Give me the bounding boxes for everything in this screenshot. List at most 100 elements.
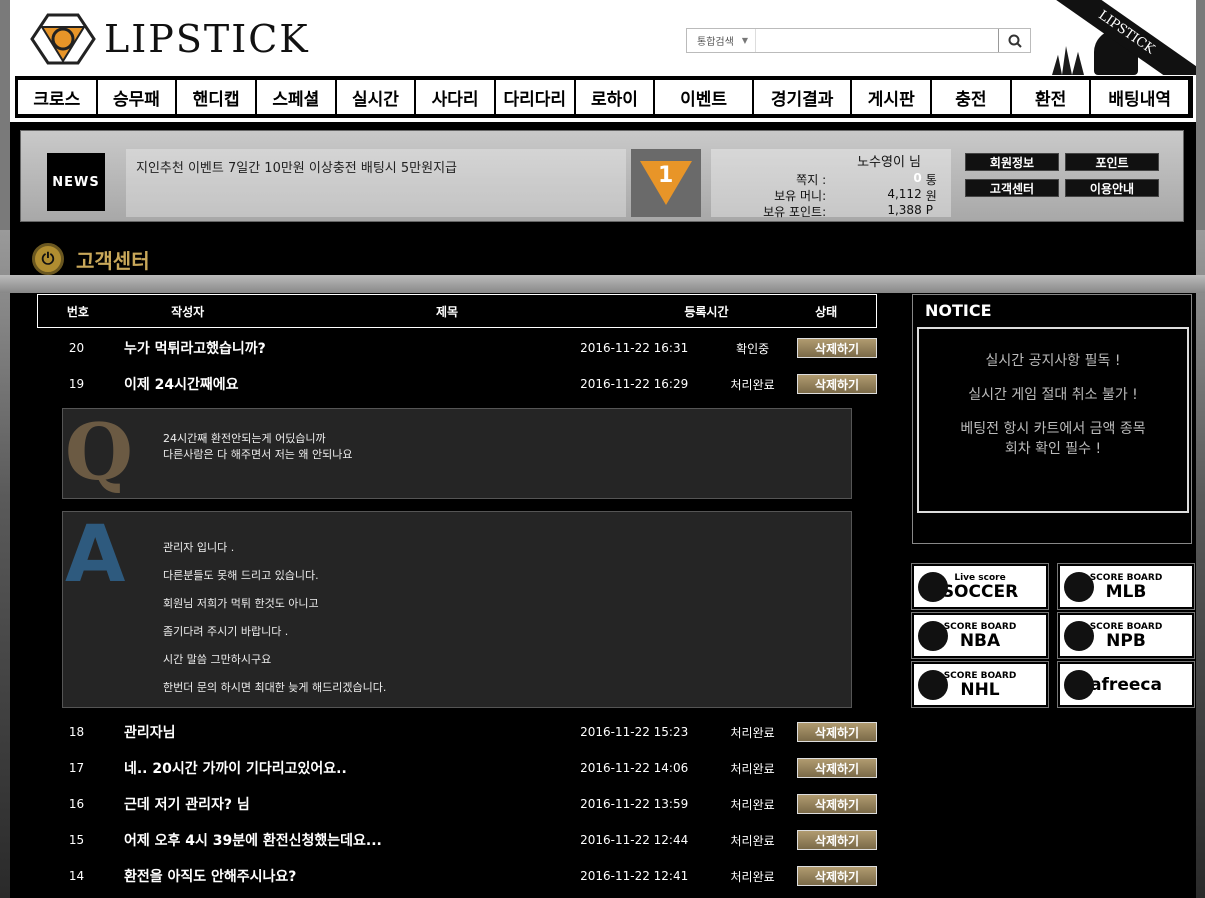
delete-button[interactable]: 삭제하기 xyxy=(797,794,877,814)
row-number: 20 xyxy=(68,341,85,355)
scoreboard-title: NBA xyxy=(959,630,1001,651)
user-row-points: 보유 포인트: 1,388 P xyxy=(763,203,933,219)
nav-item[interactable]: 배팅내역 xyxy=(1091,80,1188,114)
guide-button[interactable]: 이용안내 xyxy=(1065,179,1159,197)
scoreboard-title: SOCCER xyxy=(941,581,1019,602)
search-icon xyxy=(1008,34,1022,48)
content-area: ⏻ 고객센터 번호 작성자 제목 등록시간 상태 20 누가 먹튀라고했습니까? 2… xyxy=(0,230,1205,898)
table-row[interactable]: 15 어제 오후 4시 39분에 환전신청했는데요... 2016-11-22 12… xyxy=(37,822,877,858)
member-info-button[interactable]: 회원정보 xyxy=(965,153,1059,171)
row-title[interactable]: 네.. 20시간 가까이 기다리고있어요.. xyxy=(116,758,560,778)
trees-icon xyxy=(1052,46,1084,75)
user-info: 노수영이 님 쪽지 : 0 통 보유 머니: 4,112 원 보유 포인트: 1… xyxy=(711,149,951,219)
table-row[interactable]: 14 환전을 아직도 안해주시나요? 2016-11-22 12:41 처리완료 삭제하… xyxy=(37,858,877,894)
row-title[interactable]: 근데 저기 관리자? 님 xyxy=(116,794,560,814)
notice-body: 실시간 공지사항 필독 ! 실시간 게임 절대 취소 불가 ! 베팅전 항시 카… xyxy=(917,327,1189,513)
user-name: 노수영이 님 xyxy=(857,155,921,170)
scoreboard-link-mlb[interactable]: SCORE BOARD MLB xyxy=(1057,563,1195,610)
search-button[interactable] xyxy=(998,29,1030,52)
row-actions: 삭제하기 xyxy=(797,722,877,742)
header-status: 상태 xyxy=(815,304,838,319)
nav-item[interactable]: 실시간 xyxy=(336,80,415,114)
customer-center-button[interactable]: 고객센터 xyxy=(965,179,1059,197)
row-date: 2016-11-22 12:41 xyxy=(580,869,689,883)
nav-item[interactable]: 이벤트 xyxy=(655,80,752,114)
news-bar: NEWS 지인추천 이벤트 7일간 10만원 이상충전 배팅시 5만원지급 1 … xyxy=(10,122,1196,230)
table-row[interactable]: 16 근데 저기 관리자? 님 2016-11-22 13:59 처리완료 삭제하기 xyxy=(37,786,877,822)
user-row-messages[interactable]: 쪽지 : 0 통 xyxy=(721,171,941,188)
news-label: NEWS xyxy=(47,153,105,211)
row-title[interactable]: 어제 오후 4시 39분에 환전신청했는데요... xyxy=(116,830,560,850)
npb-logo-icon xyxy=(1064,621,1094,651)
search-scope-select[interactable]: 통합검색 ▼ xyxy=(687,33,753,48)
scoreboard-link-nba[interactable]: SCORE BOARD NBA xyxy=(911,612,1049,659)
nav-item[interactable]: 환전 xyxy=(1011,80,1090,114)
chevron-down-icon: ▼ xyxy=(741,36,748,45)
search-input[interactable] xyxy=(755,29,998,52)
scoreboard-link-nhl[interactable]: SCORE BOARD NHL xyxy=(911,661,1049,708)
row-title[interactable]: 누가 먹튀라고했습니까? xyxy=(116,338,560,358)
row-date: 2016-11-22 16:29 xyxy=(580,377,689,391)
search-bar: 통합검색 ▼ xyxy=(686,28,1031,53)
table-row[interactable]: 18 관리자님 2016-11-22 15:23 처리완료 삭제하기 xyxy=(37,714,877,750)
news-ticker[interactable]: 지인추천 이벤트 7일간 10만원 이상충전 배팅시 5만원지급 xyxy=(126,149,626,217)
site-logo[interactable]: LIPSTICK xyxy=(28,10,328,68)
question-text: 24시간째 환전안되는게 어딨습니까 다른사람은 다 해주면서 저는 왜 안되나… xyxy=(163,432,353,461)
row-status: 처리완료 xyxy=(730,377,775,392)
delete-button[interactable]: 삭제하기 xyxy=(797,830,877,850)
notice-panel: NOTICE 실시간 공지사항 필독 ! 실시간 게임 절대 취소 불가 ! 베… xyxy=(912,294,1192,544)
row-date: 2016-11-22 16:31 xyxy=(580,341,689,355)
scoreboard-link-afreeca[interactable]: afreeca xyxy=(1057,661,1195,708)
header-no: 번호 xyxy=(66,304,89,319)
table-header: 번호 작성자 제목 등록시간 상태 xyxy=(37,294,877,328)
row-status: 확인중 xyxy=(736,341,770,356)
nav-item[interactable]: 게시판 xyxy=(852,80,931,114)
nav-item[interactable]: 다리다리 xyxy=(495,80,574,114)
row-title[interactable]: 환전을 아직도 안해주시나요? xyxy=(116,866,560,886)
answer-letter: A xyxy=(65,510,126,600)
scoreboard-link-npb[interactable]: SCORE BOARD NPB xyxy=(1057,612,1195,659)
table-row[interactable]: 17 네.. 20시간 가까이 기다리고있어요.. 2016-11-22 14:06… xyxy=(37,750,877,786)
delete-button[interactable]: 삭제하기 xyxy=(797,866,877,886)
soccer-ball-icon xyxy=(918,572,948,602)
corner-banner: LIPSTICK xyxy=(1044,0,1196,75)
header-subject: 제목 xyxy=(435,304,459,319)
row-title[interactable]: 이제 24시간째에요 xyxy=(116,374,560,394)
scoreboard-title: MLB xyxy=(1105,581,1147,602)
row-number: 19 xyxy=(68,377,85,391)
row-date: 2016-11-22 12:44 xyxy=(580,833,689,847)
rank-triangle-icon: 1 xyxy=(640,161,692,205)
power-icon: ⏻ xyxy=(32,243,64,275)
points-button[interactable]: 포인트 xyxy=(1065,153,1159,171)
logo-text: LIPSTICK xyxy=(104,17,310,61)
mlb-logo-icon xyxy=(1064,572,1094,602)
question-letter: Q xyxy=(65,407,133,498)
nav-item[interactable]: 로하이 xyxy=(575,80,654,114)
row-actions: 삭제하기 xyxy=(797,338,877,358)
page: LIPSTICK 통합검색 ▼ LIPSTICK 크로스 승무패 핸디캡 스페셜 실시간… xyxy=(0,0,1205,898)
nav-item[interactable]: 경기결과 xyxy=(753,80,851,114)
scoreboard-title: NHL xyxy=(960,679,1000,700)
row-actions: 삭제하기 xyxy=(797,794,877,814)
delete-button[interactable]: 삭제하기 xyxy=(797,338,877,358)
header-date: 등록시간 xyxy=(684,304,729,319)
delete-button[interactable]: 삭제하기 xyxy=(797,374,877,394)
delete-button[interactable]: 삭제하기 xyxy=(797,758,877,778)
question-box: Q 24시간째 환전안되는게 어딨습니까 다른사람은 다 해주면서 저는 왜 안… xyxy=(62,407,852,499)
nav-item[interactable]: 핸디캡 xyxy=(177,80,255,114)
nav-item[interactable]: 스페셜 xyxy=(256,80,335,114)
nav-item[interactable]: 충전 xyxy=(932,80,1010,114)
scoreboard-title: afreeca xyxy=(1090,674,1162,695)
row-title[interactable]: 관리자님 xyxy=(116,722,560,742)
row-number: 16 xyxy=(68,797,85,811)
row-status: 처리완료 xyxy=(730,869,775,884)
table-row[interactable]: 20 누가 먹튀라고했습니까? 2016-11-22 16:31 확인중 삭제하기 xyxy=(37,330,877,366)
scoreboard-link-soccer[interactable]: Live score SOCCER xyxy=(911,563,1049,610)
nav-item[interactable]: 사다리 xyxy=(416,80,494,114)
nav-item[interactable]: 크로스 xyxy=(18,80,96,114)
delete-button[interactable]: 삭제하기 xyxy=(797,722,877,742)
table-row[interactable]: 19 이제 24시간째에요 2016-11-22 16:29 처리완료 삭제하기 xyxy=(37,366,877,402)
scoreboard-subtitle: Live score xyxy=(954,572,1006,583)
nav-item[interactable]: 승무패 xyxy=(97,80,176,114)
scoreboard-title: NPB xyxy=(1106,630,1146,651)
